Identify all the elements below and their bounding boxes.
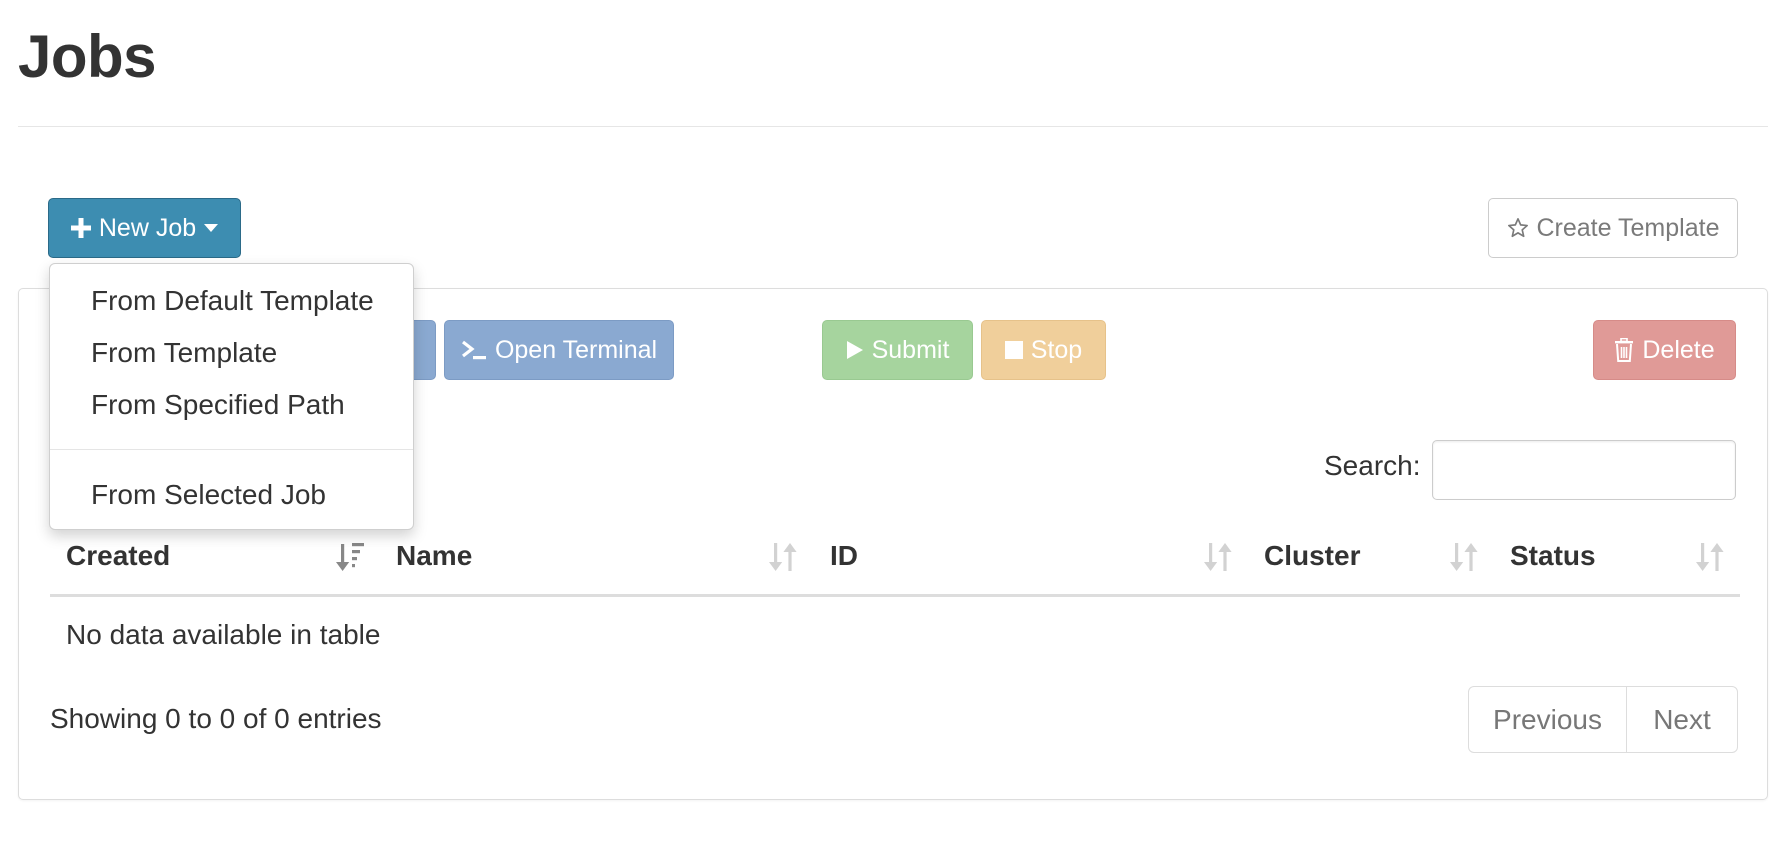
next-page-button[interactable]: Next xyxy=(1627,687,1737,752)
menu-item-from-default-template[interactable]: From Default Template xyxy=(91,285,374,317)
play-icon xyxy=(846,340,864,360)
pagination: Previous Next xyxy=(1468,686,1738,753)
table-info: Showing 0 to 0 of 0 entries xyxy=(50,703,382,734)
stop-label: Stop xyxy=(1030,335,1083,364)
trash-icon xyxy=(1614,338,1634,362)
previous-page-button[interactable]: Previous xyxy=(1469,687,1627,752)
column-header-name[interactable]: Name xyxy=(396,540,472,580)
table-empty-message: No data available in table xyxy=(66,619,381,650)
title-divider xyxy=(18,126,1768,127)
plus-icon xyxy=(70,218,91,238)
delete-button[interactable]: Delete xyxy=(1593,320,1736,380)
create-template-label: Create Template xyxy=(1536,213,1720,242)
column-header-created[interactable]: Created xyxy=(66,540,170,580)
search-label: Search: xyxy=(1324,450,1421,481)
stop-icon xyxy=(1004,341,1023,359)
star-outline-icon xyxy=(1507,217,1529,239)
caret-down-icon xyxy=(204,223,219,233)
table-header-divider xyxy=(50,594,1740,597)
submit-button[interactable]: Submit xyxy=(822,320,973,380)
column-header-cluster[interactable]: Cluster xyxy=(1264,540,1360,580)
new-job-dropdown-menu: From Default Template From Template From… xyxy=(49,263,414,530)
new-job-button[interactable]: New Job xyxy=(48,198,241,258)
new-job-label: New Job xyxy=(98,213,197,242)
open-terminal-button[interactable]: Open Terminal xyxy=(444,320,674,380)
sort-icon[interactable] xyxy=(1204,540,1232,579)
terminal-icon xyxy=(461,339,487,361)
delete-label: Delete xyxy=(1642,335,1715,364)
page-title: Jobs xyxy=(18,23,157,90)
column-header-id[interactable]: ID xyxy=(830,540,858,580)
menu-item-from-selected-job[interactable]: From Selected Job xyxy=(91,479,326,511)
menu-item-from-template[interactable]: From Template xyxy=(91,337,277,369)
submit-label: Submit xyxy=(871,335,950,364)
sort-desc-icon[interactable] xyxy=(336,540,366,579)
stop-button[interactable]: Stop xyxy=(981,320,1106,380)
column-header-status[interactable]: Status xyxy=(1510,540,1596,580)
search-input[interactable] xyxy=(1432,440,1736,500)
menu-divider xyxy=(50,449,413,450)
sort-icon[interactable] xyxy=(1696,540,1724,579)
open-terminal-label: Open Terminal xyxy=(494,335,658,364)
sort-icon[interactable] xyxy=(1450,540,1478,579)
menu-item-from-specified-path[interactable]: From Specified Path xyxy=(91,389,345,421)
sort-icon[interactable] xyxy=(769,540,797,579)
create-template-button[interactable]: Create Template xyxy=(1488,198,1738,258)
